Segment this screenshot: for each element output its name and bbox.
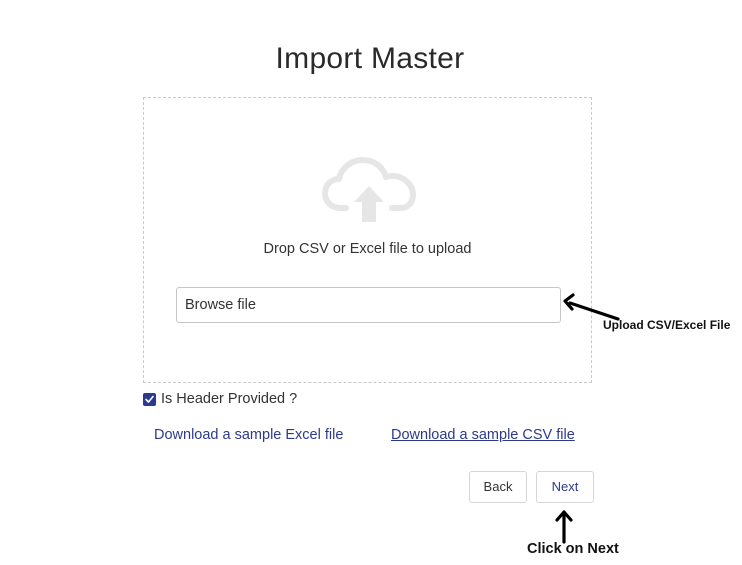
browse-file-input[interactable]: Browse file <box>176 287 561 323</box>
header-checkbox-row[interactable]: Is Header Provided ? <box>143 390 297 408</box>
back-button[interactable]: Back <box>469 471 527 503</box>
drop-instruction-text: Drop CSV or Excel file to upload <box>263 241 472 257</box>
checkmark-icon <box>145 395 154 403</box>
next-annotation-arrow-icon <box>555 510 573 544</box>
download-sample-excel-link[interactable]: Download a sample Excel file <box>154 427 343 443</box>
cloud-upload-icon <box>322 157 416 222</box>
header-provided-checkbox[interactable] <box>143 392 156 406</box>
drop-zone[interactable] <box>143 97 592 383</box>
page-title: Import Master <box>275 42 465 75</box>
header-provided-label: Is Header Provided ? <box>161 391 298 407</box>
next-annotation-text: Click on Next <box>527 541 619 557</box>
next-button[interactable]: Next <box>536 471 594 503</box>
upload-annotation-text: Upload CSV/Excel File <box>603 318 731 332</box>
download-sample-csv-link[interactable]: Download a sample CSV file <box>391 427 575 443</box>
